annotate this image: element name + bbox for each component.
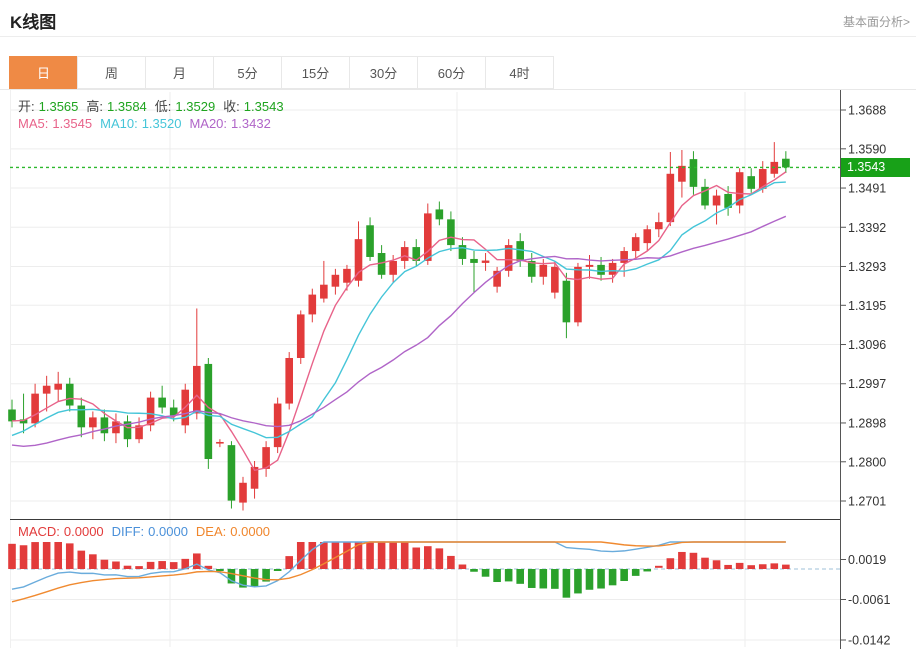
axis-label: 0.0019 (848, 553, 886, 567)
tab-15分[interactable]: 15分 (281, 56, 350, 89)
kline-page: 1.3688 1.3590 1.3491 1.3392 1.3293 1.3195 1.30… (0, 0, 916, 649)
quote-item: MA10: 1.3520 (100, 116, 182, 131)
axis-label: 1.3688 (848, 104, 886, 118)
quote-item: MA5: 1.3545 (18, 116, 93, 131)
tab-bar-underline (0, 89, 916, 90)
quote-item: DEA: 0.0000 (195, 524, 271, 539)
ma-readout-row: MA5: 1.3545 MA10: 1.3520 MA20: 1.3432 (18, 116, 279, 131)
axis-label: 1.3491 (848, 182, 886, 196)
tab-4时[interactable]: 4时 (485, 56, 554, 89)
axis-label: 1.3195 (848, 299, 886, 313)
current-price-badge: 1.3543 (841, 157, 910, 177)
axis-label: 1.3392 (848, 221, 886, 235)
axis-label: 1.2701 (848, 495, 886, 509)
quote-item: 收: 1.3543 (223, 99, 284, 114)
tab-周[interactable]: 周 (77, 56, 146, 89)
tab-月[interactable]: 月 (145, 56, 214, 89)
page-title: K线图 (10, 13, 57, 32)
axis-label: 1.3293 (848, 260, 886, 274)
tab-日[interactable]: 日 (9, 56, 78, 89)
macd-panel (8, 541, 840, 603)
quote-item: 高: 1.3584 (86, 99, 147, 114)
tab-30分[interactable]: 30分 (349, 56, 418, 89)
axis-label: -0.0142 (848, 634, 890, 648)
macd-dea-line (11, 541, 786, 603)
header-divider (0, 36, 916, 37)
tab-60分[interactable]: 60分 (417, 56, 486, 89)
axis-label: 1.3096 (848, 338, 886, 352)
period-tab-bar: 日周月 5分 15分 30分 60分 4时 (9, 56, 554, 89)
quote-item: 低: 1.3529 (154, 99, 216, 114)
quote-item: 开: 1.3565 (18, 99, 79, 114)
quote-item: DIFF: 0.0000 (111, 524, 188, 539)
axis-label: 1.2800 (848, 455, 886, 469)
tab-5分[interactable]: 5分 (213, 56, 282, 89)
axis-label: 1.2898 (848, 416, 886, 430)
axis-label: 1.2997 (848, 377, 886, 391)
axis-label: 1.3590 (848, 142, 886, 156)
axis-label: -0.0061 (848, 593, 890, 607)
ohlc-readout-row: 开: 1.3565 高: 1.3584 低: 1.3529 收: 1.3543 (18, 96, 292, 115)
macd-readout-row: MACD: 0.0000 DIFF: 0.0000 DEA: 0.0000 (18, 524, 278, 539)
fundamental-analysis-link[interactable]: 基本面分析> (843, 13, 910, 30)
quote-item: MACD: 0.0000 (18, 524, 104, 539)
quote-item: MA20: 1.3432 (189, 116, 271, 131)
candlesticks (8, 142, 790, 511)
